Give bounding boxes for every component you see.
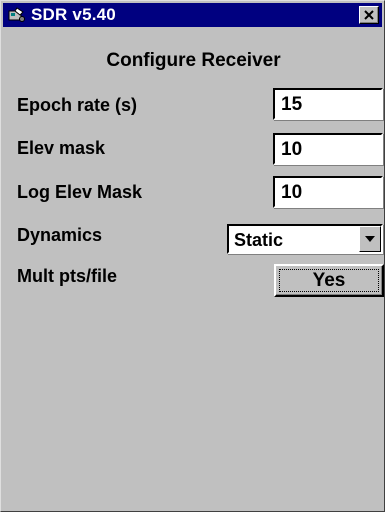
mult-pts-value: Yes <box>312 270 346 291</box>
elev-mask-field[interactable]: 10 <box>273 133 383 165</box>
dynamics-dropdown-button[interactable] <box>359 226 381 252</box>
epoch-rate-label: Epoch rate (s) <box>17 95 138 115</box>
window-title: SDR v5.40 <box>31 5 116 24</box>
app-icon <box>8 6 26 24</box>
mult-pts-label: Mult pts/file <box>17 266 117 286</box>
log-elev-mask-value: 10 <box>281 182 303 203</box>
dynamics-label: Dynamics <box>17 225 103 245</box>
chevron-down-icon <box>365 236 375 242</box>
title-bar[interactable]: SDR v5.40 <box>3 3 382 27</box>
epoch-rate-field[interactable]: 15 <box>273 88 383 120</box>
elev-mask-value: 10 <box>281 139 303 160</box>
configure-receiver-window: SDR v5.40 Configure Receiver Epoch rate … <box>0 0 385 512</box>
log-elev-mask-label: Log Elev Mask <box>17 182 143 202</box>
log-elev-mask-field[interactable]: 10 <box>273 176 383 208</box>
close-icon <box>364 10 374 20</box>
mult-pts-toggle-button[interactable]: Yes <box>274 264 384 297</box>
close-button[interactable] <box>359 6 379 24</box>
dynamics-select[interactable]: Static <box>227 224 383 254</box>
elev-mask-label: Elev mask <box>17 138 106 158</box>
dynamics-value: Static <box>234 230 284 250</box>
epoch-rate-value: 15 <box>281 94 303 115</box>
form-heading: Configure Receiver <box>106 50 281 71</box>
